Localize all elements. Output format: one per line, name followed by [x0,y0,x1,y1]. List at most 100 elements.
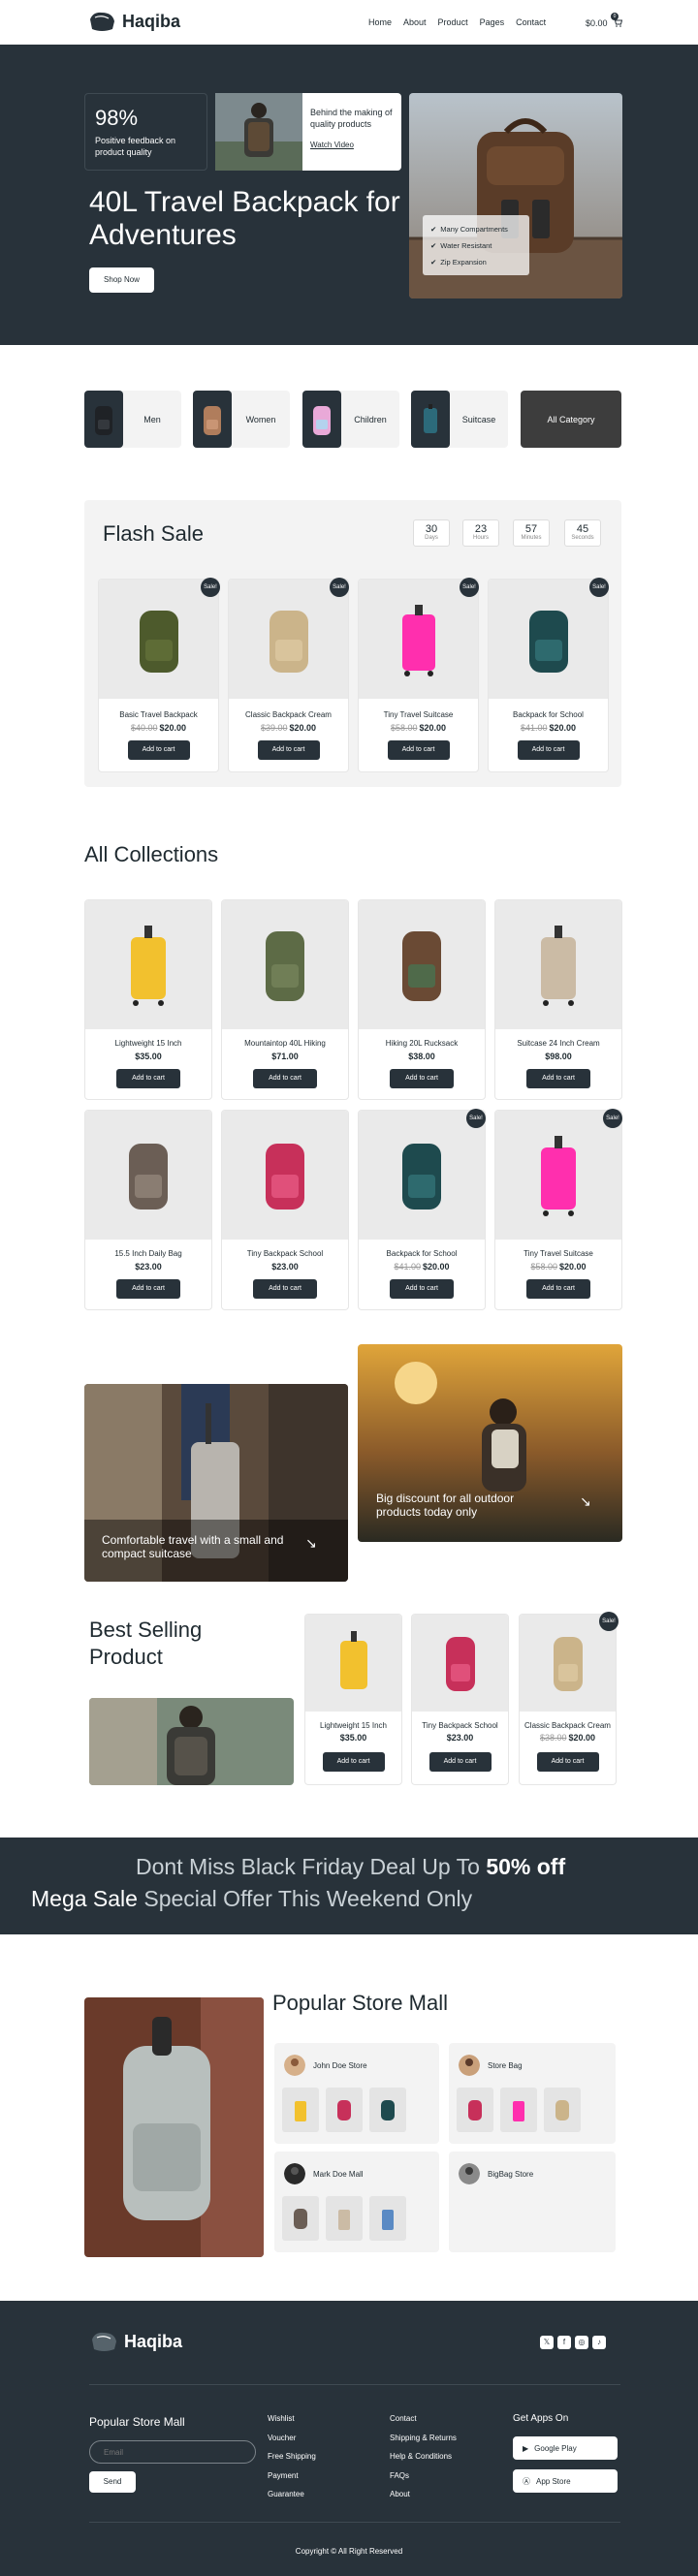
store-card[interactable]: Store Bag [449,2043,616,2144]
store-card[interactable]: Mark Doe Mall [274,2152,439,2252]
collection-product-card[interactable]: Backpack for School $41.00 $20.00 Add to … [358,1110,486,1310]
nav-contact[interactable]: Contact [516,17,546,27]
sale-badge: Sale! [603,1109,622,1128]
category-suitcase[interactable]: Suitcase [411,391,508,448]
category-men[interactable]: Men [84,391,181,448]
product-image [359,1111,485,1240]
add-to-cart-button[interactable]: Add to cart [253,1279,317,1299]
app-store-button[interactable]: Ⓐ App Store [513,2469,618,2493]
footer-link-about[interactable]: About [390,2485,457,2504]
flash-product-card[interactable]: Basic Travel Backpack $40.00 $20.00 Add t… [98,579,219,772]
store-product-thumb[interactable] [544,2088,581,2132]
collection-product-card[interactable]: Mountaintop 40L Hiking $71.00 Add to car… [221,899,349,1100]
store-product-thumb[interactable] [369,2088,406,2132]
instagram-icon[interactable]: ◎ [575,2336,588,2349]
footer-brand-logo[interactable]: Haqiba [89,2330,182,2353]
nav-product[interactable]: Product [438,17,468,27]
promo-suitcase-card[interactable]: Comfortable travel with a small and comp… [84,1384,348,1582]
store-product-thumb[interactable] [326,2088,363,2132]
store-product-thumb[interactable] [282,2196,319,2241]
tiktok-icon[interactable]: ♪ [592,2336,606,2349]
sale-badge: Sale! [330,578,349,597]
add-to-cart-button[interactable]: Add to cart [257,740,320,760]
product-image [305,1615,401,1712]
store-product-thumb[interactable] [326,2196,363,2241]
collection-product-card[interactable]: Tiny Travel Suitcase $58.00 $20.00 Add to… [494,1110,622,1310]
promo-outdoor-card[interactable]: Big discount for all outdoor products to… [358,1344,622,1542]
footer-link-contact[interactable]: Contact [390,2409,457,2429]
footer-link-free-shipping[interactable]: Free Shipping [268,2447,316,2466]
footer-link-faqs[interactable]: FAQs [390,2466,457,2486]
feature-item: ✔ Many Compartments [430,225,508,234]
men-category-image [84,391,123,448]
add-to-cart-button[interactable]: Add to cart [127,740,190,760]
add-to-cart-button[interactable]: Add to cart [390,1069,454,1088]
collection-product-card[interactable]: Tiny Backpack School $23.00 Add to cart [221,1110,349,1310]
category-all[interactable]: All Category [521,391,621,448]
category-label: All Category [547,414,595,424]
nav-pages[interactable]: Pages [480,17,505,27]
flash-product-card[interactable]: Backpack for School $41.00 $20.00 Add to … [488,579,609,772]
category-women[interactable]: Women [193,391,290,448]
store-avatar [459,2163,480,2184]
arrow-down-right-icon[interactable]: ↘ [580,1493,591,1510]
add-to-cart-button[interactable]: Add to cart [253,1069,317,1088]
email-input[interactable] [89,2440,256,2464]
add-to-cart-button[interactable]: Add to cart [526,1279,590,1299]
send-button[interactable]: Send [89,2471,136,2493]
add-to-cart-button[interactable]: Add to cart [387,740,450,760]
banner-line-1: Dont Miss Black Friday Deal Up To 50% of… [136,1854,566,1879]
add-to-cart-button[interactable]: Add to cart [536,1752,599,1772]
best-selling-product-card[interactable]: Classic Backpack Cream $38.00 $20.00 Add … [519,1614,617,1785]
store-card[interactable]: John Doe Store [274,2043,439,2144]
footer-link-shipping-returns[interactable]: Shipping & Returns [390,2429,457,2448]
footer-link-wishlist[interactable]: Wishlist [268,2409,316,2429]
footer-link-payment[interactable]: Payment [268,2466,316,2486]
features-list: ✔ Many Compartments ✔ Water Resistant ✔ Zip… [423,215,529,275]
nav-home[interactable]: Home [368,17,392,27]
flash-product-card[interactable]: Tiny Travel Suitcase $58.00 $20.00 Add to… [358,579,479,772]
facebook-icon[interactable]: f [557,2336,571,2349]
x-twitter-icon[interactable]: 𝕏 [540,2336,554,2349]
add-to-cart-button[interactable]: Add to cart [116,1069,180,1088]
cart-button[interactable]: $0.00 0 [586,13,622,29]
store-product-thumb[interactable] [369,2196,406,2241]
nav-about[interactable]: About [403,17,427,27]
brand-logo[interactable]: Haqiba [87,10,180,33]
store-card[interactable]: BigBag Store [449,2152,616,2252]
product-image [359,580,478,699]
google-play-button[interactable]: ▶ Google Play [513,2436,618,2460]
flash-product-card[interactable]: Classic Backpack Cream $39.00 $20.00 Add … [228,579,349,772]
add-to-cart-button[interactable]: Add to cart [517,740,580,760]
store-mall-title: Popular Store Mall [272,1991,448,2015]
collection-product-card[interactable]: Hiking 20L Rucksack $38.00 Add to cart [358,899,486,1100]
footer-link-help-conditions[interactable]: Help & Conditions [390,2447,457,2466]
store-product-thumb[interactable] [282,2088,319,2132]
watch-video-link[interactable]: Watch Video [310,140,354,151]
arrow-down-right-icon[interactable]: ↘ [305,1535,317,1552]
store-product-thumb[interactable] [457,2088,493,2132]
footer-link-voucher[interactable]: Voucher [268,2429,316,2448]
store-product-thumb[interactable] [500,2088,537,2132]
category-children[interactable]: Children [302,391,399,448]
product-image [85,1111,211,1240]
add-to-cart-button[interactable]: Add to cart [322,1752,385,1772]
collection-product-card[interactable]: Suitcase 24 Inch Cream $98.00 Add to car… [494,899,622,1100]
check-icon: ✔ [430,258,437,267]
making-text: Behind the making of quality products [310,108,393,129]
shop-now-button[interactable]: Shop Now [89,267,154,293]
add-to-cart-button[interactable]: Add to cart [390,1279,454,1299]
product-name: Basic Travel Backpack [119,710,198,719]
collection-product-card[interactable]: Lightweight 15 Inch $35.00 Add to cart [84,899,212,1100]
footer-link-guarantee[interactable]: Guarantee [268,2485,316,2504]
best-selling-product-card[interactable]: Tiny Backpack School $23.00 Add to cart [411,1614,509,1785]
add-to-cart-button[interactable]: Add to cart [428,1752,492,1772]
collection-product-card[interactable]: 15.5 Inch Daily Bag $23.00 Add to cart [84,1110,212,1310]
store-mall-image [84,1997,264,2257]
best-selling-product-card[interactable]: Lightweight 15 Inch $35.00 Add to cart [304,1614,402,1785]
page: Haqiba Home About Product Pages Contact … [0,0,698,2576]
product-name: Tiny Travel Suitcase [524,1249,593,1258]
add-to-cart-button[interactable]: Add to cart [526,1069,590,1088]
add-to-cart-button[interactable]: Add to cart [116,1279,180,1299]
footer-links-col-2: Contact Shipping & Returns Help & Condit… [390,2409,457,2504]
